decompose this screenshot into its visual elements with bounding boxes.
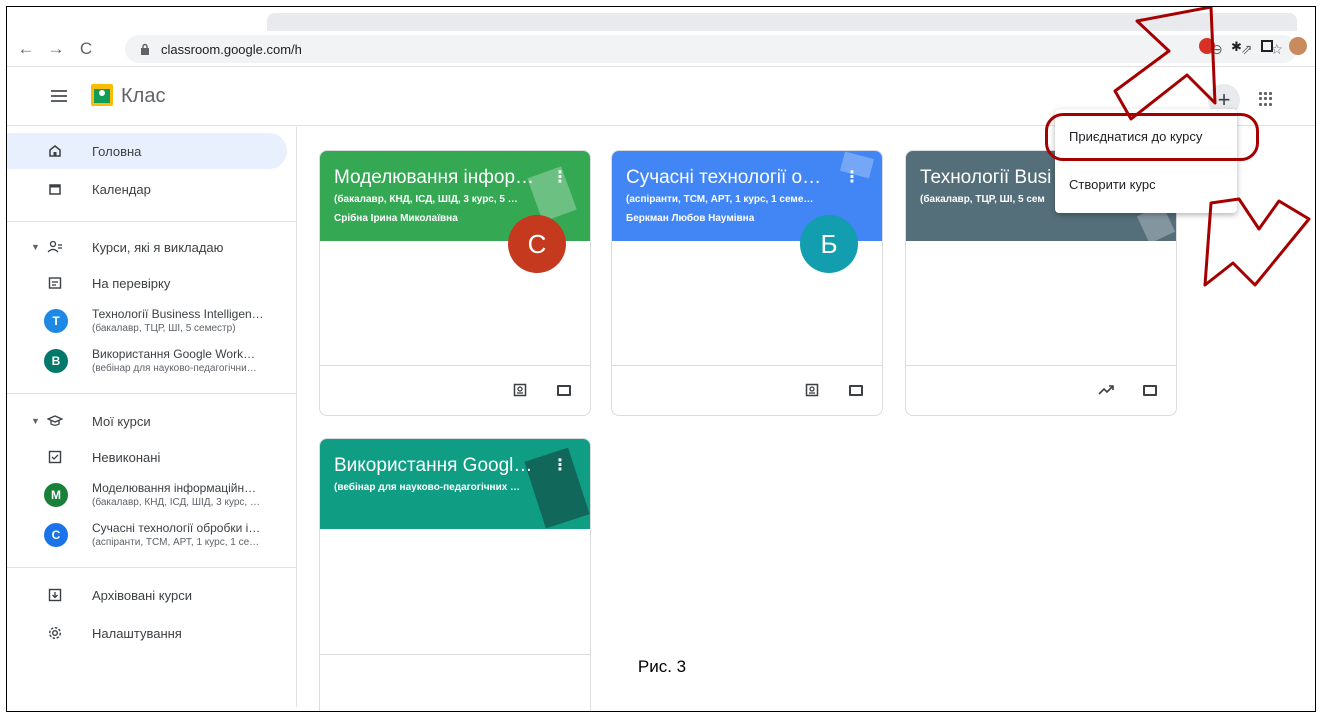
graduation-cap-icon — [47, 413, 63, 429]
sidebar-item-label: На перевірку — [92, 275, 171, 291]
teacher-avatar: С — [508, 215, 566, 273]
caret-down-icon[interactable]: ▼ — [31, 416, 40, 426]
course-section: (аспіранти, ТСМ, АРТ, 1 курс, 1 се… — [92, 537, 260, 548]
reload-icon[interactable]: C — [75, 38, 97, 60]
extensions-puzzle-icon[interactable]: ✱ — [1231, 39, 1245, 54]
sidebar-item-label: Архівовані курси — [92, 587, 192, 603]
course-section: (бакалавр, ТЦР, ШІ, 5 семестр) — [92, 323, 236, 334]
folder-icon[interactable] — [1142, 382, 1158, 398]
url-text: classroom.google.com/h — [161, 41, 302, 57]
sidebar-item-label: Мої курси — [92, 413, 151, 429]
sidebar-item-archived[interactable]: Архівовані курси — [7, 577, 287, 613]
card-title[interactable]: Технології Busi — [920, 167, 1051, 189]
trending-up-icon[interactable] — [1098, 382, 1114, 398]
card-section: (аспіранти, ТСМ, АРТ, 1 курс, 1 семе… — [626, 194, 814, 205]
home-icon — [47, 143, 63, 159]
folder-icon[interactable] — [848, 382, 864, 398]
apps-grid-icon[interactable] — [1259, 92, 1273, 106]
todo-checklist-icon — [47, 449, 63, 465]
sidebar-divider — [7, 393, 297, 394]
card-footer-divider — [320, 654, 590, 655]
assignment-icon[interactable] — [804, 382, 820, 398]
course-card[interactable]: Моделювання інфор… (бакалавр, КНД, ІСД, … — [319, 150, 591, 416]
sidebar-divider — [7, 567, 297, 568]
course-name: Використання Google Work… — [92, 347, 256, 361]
card-teacher: Срібна Ірина Миколаївна — [334, 213, 458, 224]
side-panel-icon[interactable] — [1261, 40, 1273, 52]
card-title[interactable]: Використання Googl… — [334, 455, 532, 477]
more-vert-icon[interactable]: ⋮ — [552, 455, 568, 475]
gear-icon — [47, 625, 63, 641]
course-section: (бакалавр, КНД, ІСД, ШІД, 3 курс, … — [92, 497, 260, 508]
assignment-icon[interactable] — [512, 382, 528, 398]
classroom-logo-icon[interactable] — [91, 84, 113, 106]
profile-avatar-icon[interactable] — [1289, 37, 1307, 55]
sidebar-item-teaching[interactable]: ▼ Курси, які я викладаю — [7, 229, 287, 265]
card-header[interactable]: Використання Googl… (вебінар для науково… — [320, 439, 590, 529]
sidebar-item-label: Налаштування — [92, 625, 182, 641]
annotation-arrow-icon — [1113, 7, 1217, 121]
figure-frame: ← → C classroom.google.com/h ⊖ ⇗ ☆ ✱ Кла… — [6, 6, 1316, 712]
sidebar-course-item[interactable]: В Використання Google Work… (вебінар для… — [7, 343, 297, 381]
annotation-arrow-icon — [1203, 197, 1311, 287]
folder-icon[interactable] — [556, 382, 572, 398]
sidebar: Головна Календар ▼ Курси, які я викладаю… — [7, 127, 297, 707]
card-title[interactable]: Сучасні технології о… — [626, 167, 821, 189]
course-avatar: M — [44, 483, 68, 507]
annotation-highlight-ring — [1045, 113, 1259, 161]
teacher-avatar: Б — [800, 215, 858, 273]
sidebar-item-label: Курси, які я викладаю — [92, 239, 224, 255]
card-footer — [320, 365, 590, 415]
tab-strip — [7, 7, 1297, 31]
course-name: Моделювання інформаційн… — [92, 481, 257, 495]
course-avatar: T — [44, 309, 68, 333]
card-teacher: Беркман Любов Наумівна — [626, 213, 755, 224]
more-vert-icon[interactable]: ⋮ — [844, 167, 860, 187]
hamburger-menu-icon[interactable] — [51, 90, 67, 102]
sidebar-item-enrolled[interactable]: ▼ Мої курси — [7, 403, 287, 439]
course-name: Сучасні технології обробки і… — [92, 521, 261, 535]
course-avatar: В — [44, 349, 68, 373]
card-section: (бакалавр, КНД, ІСД, ШІД, 3 курс, 5 … — [334, 194, 518, 205]
archive-icon — [47, 587, 63, 603]
create-class-menu-item[interactable]: Створити курс — [1069, 177, 1156, 192]
sidebar-item-todo[interactable]: Невиконані — [7, 439, 287, 475]
sidebar-item-settings[interactable]: Налаштування — [7, 615, 287, 651]
lock-icon — [141, 43, 149, 55]
card-section: (бакалавр, ТЦР, ШІ, 5 сем — [920, 194, 1045, 205]
more-vert-icon[interactable]: ⋮ — [552, 167, 568, 187]
card-footer — [612, 365, 882, 415]
course-card[interactable]: Сучасні технології о… (аспіранти, ТСМ, А… — [611, 150, 883, 416]
figure-caption: Рис. 3 — [637, 657, 687, 676]
course-name: Технології Business Intelligen… — [92, 307, 264, 321]
card-footer — [906, 365, 1176, 415]
review-icon — [47, 275, 63, 291]
teacher-people-icon — [47, 239, 63, 255]
sidebar-course-item[interactable]: С Сучасні технології обробки і… (аспіран… — [7, 517, 297, 555]
sidebar-item-home[interactable]: Головна — [7, 133, 287, 169]
sidebar-divider — [7, 221, 297, 222]
sidebar-item-review[interactable]: На перевірку — [7, 265, 287, 301]
sidebar-course-item[interactable]: T Технології Business Intelligen… (бакал… — [7, 303, 297, 341]
sidebar-item-label: Невиконані — [92, 449, 161, 465]
back-icon[interactable]: ← — [15, 38, 37, 60]
sidebar-item-label: Головна — [92, 143, 142, 159]
caret-down-icon[interactable]: ▼ — [31, 242, 40, 252]
calendar-icon — [47, 181, 63, 197]
card-section: (вебінар для науково-педагогічних … — [334, 482, 521, 493]
course-section: (вебінар для науково-педагогічни… — [92, 363, 257, 374]
card-title[interactable]: Моделювання інфор… — [334, 167, 534, 189]
sidebar-item-calendar[interactable]: Календар — [7, 171, 287, 207]
course-avatar: С — [44, 523, 68, 547]
app-title[interactable]: Клас — [121, 85, 165, 108]
sidebar-course-item[interactable]: M Моделювання інформаційн… (бакалавр, КН… — [7, 477, 297, 515]
sidebar-item-label: Календар — [92, 181, 151, 197]
forward-icon[interactable]: → — [45, 38, 67, 60]
